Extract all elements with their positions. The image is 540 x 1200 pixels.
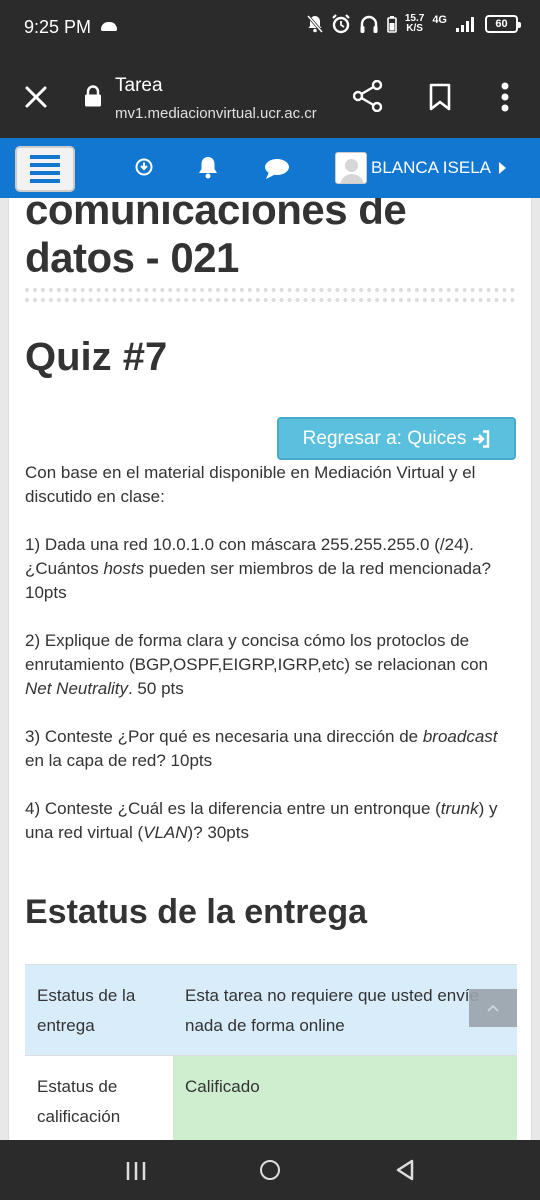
network-speed: 15.7 K/S: [405, 14, 424, 34]
close-icon[interactable]: [24, 85, 48, 109]
course-title-line2: datos - 021: [25, 234, 239, 281]
chat-icon[interactable]: [264, 158, 290, 180]
chevron-up-icon: [487, 1004, 499, 1012]
share-icon[interactable]: [353, 80, 383, 112]
url-text[interactable]: mv1.mediacionvirtual.ucr.ac.cr: [115, 105, 317, 122]
main-card: comunicaciones de datos - 021 Quiz #7 Re…: [8, 138, 532, 1140]
network-type: 4G: [432, 14, 447, 26]
home-icon[interactable]: [260, 1160, 280, 1180]
headphones-icon: [360, 15, 378, 33]
avatar: [335, 152, 367, 184]
signal-icon: [456, 17, 474, 32]
recent-apps-icon[interactable]: [125, 1160, 147, 1182]
course-title: comunicaciones de datos - 021: [25, 186, 407, 282]
intro-text: Con base en el material disponible en Me…: [25, 463, 476, 506]
submission-status-heading: Estatus de la entrega: [25, 893, 368, 931]
status-time: 9:25 PM: [24, 17, 92, 37]
battery-level: 60: [495, 18, 508, 30]
table-row: Estatus de calificación Calificado: [25, 1055, 517, 1140]
row-value: Esta tarea no requiere que usted envíe n…: [173, 964, 517, 1056]
browser-toolbar: Tarea mv1.mediacionvirtual.ucr.ac.cr: [0, 56, 540, 138]
assignment-description: Con base en el material disponible en Me…: [25, 461, 515, 869]
speed-unit: K/S: [406, 23, 423, 34]
question-2: 2) Explique de forma clara y concisa cóm…: [25, 631, 489, 698]
download-circle-icon[interactable]: [135, 158, 153, 176]
battery-small-icon: [387, 16, 397, 33]
bookmark-icon[interactable]: [429, 83, 451, 111]
back-icon[interactable]: [395, 1159, 415, 1181]
back-button-label: Regresar a: Quices: [302, 427, 467, 449]
alarm-icon: [332, 14, 350, 34]
sign-in-icon: [473, 429, 490, 448]
question-1: 1) Dada una red 10.0.1.0 con máscara 255…: [25, 535, 491, 602]
battery-icon: 60: [485, 15, 521, 33]
back-to-quizzes-button[interactable]: Regresar a: Quices: [277, 417, 516, 460]
question-3: 3) Conteste ¿Por qué es necesaria una di…: [25, 727, 498, 770]
cloud-icon: [101, 22, 117, 31]
user-menu[interactable]: BLANCA ISELA: [335, 152, 507, 184]
scroll-to-top-button[interactable]: [469, 989, 517, 1027]
caret-right-icon: [499, 162, 507, 174]
page-content: comunicaciones de datos - 021 Quiz #7 Re…: [0, 138, 540, 1140]
quiz-title: Quiz #7: [25, 335, 168, 379]
status-icons: 15.7 K/S 4G 60: [306, 14, 521, 34]
page-title: Tarea: [115, 75, 163, 96]
status-bar: 9:25 PM 15.7 K/S 4G 60: [0, 0, 540, 56]
moodle-navbar: BLANCA ISELA: [0, 138, 540, 198]
user-name: BLANCA ISELA: [371, 158, 492, 177]
row-label: Estatus de calificación: [25, 1055, 173, 1140]
hamburger-icon: [30, 155, 60, 159]
menu-toggle-button[interactable]: [15, 146, 75, 192]
row-value: Calificado: [173, 1055, 517, 1140]
question-4: 4) Conteste ¿Cuál es la diferencia entre…: [25, 799, 498, 842]
lock-icon[interactable]: [84, 85, 102, 107]
android-nav-bar: [0, 1140, 540, 1200]
more-options-icon[interactable]: [500, 82, 510, 112]
table-row: Estatus de la entrega Esta tarea no requ…: [25, 964, 517, 1056]
row-label: Estatus de la entrega: [25, 964, 173, 1056]
bell-icon[interactable]: [197, 155, 219, 179]
bell-off-icon: [306, 15, 323, 33]
divider: [25, 288, 515, 302]
submission-status-table: Estatus de la entrega Esta tarea no requ…: [25, 964, 517, 1140]
